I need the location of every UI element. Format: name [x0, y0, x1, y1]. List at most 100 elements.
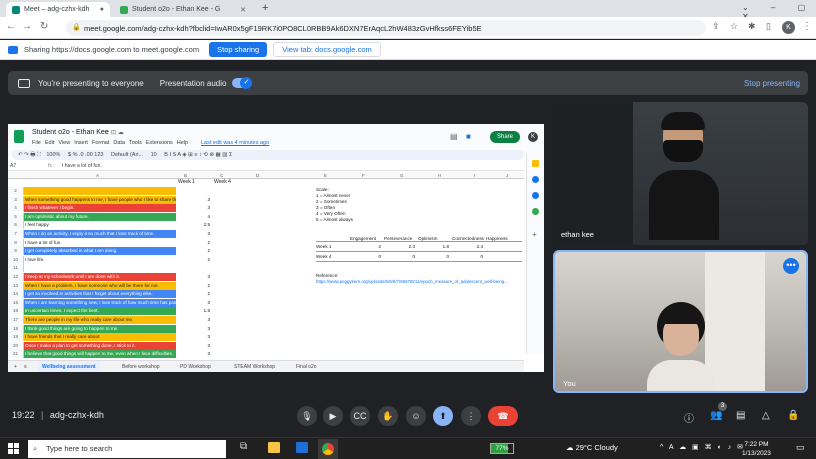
url-input[interactable]: 🔒 meet.google.com/adg-czhx-kdh?fbclid=Iw… — [66, 20, 706, 36]
menu-item[interactable]: Data — [113, 140, 125, 146]
table-row[interactable]: 9I get completely absorbed in what I am … — [8, 247, 308, 256]
row-number[interactable]: 6 — [8, 221, 24, 230]
category-score[interactable]: 0 — [418, 252, 452, 261]
sidebar-icon[interactable]: ▯ — [766, 21, 771, 32]
taskbar-search-input[interactable]: ⌕ Type here to search — [28, 440, 226, 458]
statement-cell[interactable]: I have friends that I really care about. — [24, 333, 176, 342]
statement-cell[interactable]: When I am learning something new, I lose… — [24, 298, 176, 307]
row-number[interactable]: 18 — [8, 324, 24, 333]
statement-cell[interactable]: I get so involved in activities that I f… — [24, 290, 176, 299]
close-icon[interactable]: ✕ — [240, 6, 246, 14]
table-row[interactable]: 10 I love life. 2 — [8, 255, 308, 264]
score-cell[interactable]: 3 — [176, 333, 212, 341]
column-header[interactable]: I — [474, 172, 475, 179]
avatar[interactable]: K — [528, 132, 538, 142]
star-icon[interactable]: ☆ — [730, 21, 738, 32]
sheet-tab[interactable]: PD Workshop — [176, 361, 215, 372]
row-number[interactable]: 7 — [8, 230, 24, 238]
score-cell[interactable]: 3 — [176, 230, 212, 238]
back-icon[interactable]: ← — [6, 21, 16, 32]
share-button[interactable]: Share — [490, 131, 520, 143]
table-row[interactable]: 13 When I have a problem, I have someone … — [8, 281, 308, 290]
row-number[interactable]: 13 — [8, 281, 24, 290]
table-row[interactable]: 3 When something good happens to me, I ha… — [8, 195, 308, 204]
table-row[interactable]: 4I finish whatever I begin. 3 — [8, 204, 308, 213]
menu-item[interactable]: View — [58, 140, 70, 146]
tab-sheets[interactable]: Student o2o - Ethan Kee - G ✕ — [114, 2, 252, 17]
category-score[interactable]: 1.8 — [418, 242, 452, 251]
category-score[interactable]: 0 — [350, 252, 384, 261]
score-cell[interactable]: 2 — [176, 247, 212, 255]
row-number[interactable]: 9 — [8, 247, 24, 256]
raise-hand-button[interactable]: ✋ — [378, 406, 398, 426]
meet-icon[interactable]: ■ — [466, 132, 471, 141]
statement-cell[interactable]: When something good happens to me, I hav… — [24, 195, 176, 204]
sheet-tab[interactable]: Before workshop — [118, 361, 164, 372]
forward-icon[interactable]: → — [22, 21, 32, 32]
share-icon[interactable]: ⇪ — [712, 21, 720, 32]
table-row[interactable]: 12 I keep at my schoolwork until I am don… — [8, 273, 308, 281]
battery-indicator[interactable]: 77% — [490, 443, 514, 454]
category-score[interactable]: 2 — [350, 242, 384, 251]
menu-item[interactable]: Edit — [45, 140, 54, 146]
chat-icon[interactable]: ▤ — [736, 410, 745, 421]
score-cell[interactable]: 2 — [176, 256, 212, 264]
table-row[interactable]: 21 I believe that good things will happen… — [8, 350, 308, 359]
row-number[interactable]: 16 — [8, 307, 24, 316]
category-score[interactable]: 2.3 — [384, 242, 418, 251]
tab-meet[interactable]: Meet – adg-czhx-kdh ● — [6, 2, 110, 17]
table-row[interactable]: 11 — [8, 264, 308, 273]
sheet-tab[interactable]: STEAM Workshop — [230, 361, 279, 372]
table-row[interactable]: 5I am optimistic about my future. 4 — [8, 212, 308, 221]
score-cell[interactable]: 3 — [176, 342, 212, 350]
score-cell[interactable]: 4 — [176, 213, 212, 221]
table-row[interactable]: 20 Once I make a plan to get something do… — [8, 341, 308, 350]
score-cell[interactable]: 2 — [176, 239, 212, 247]
tasks-icon[interactable] — [532, 176, 539, 183]
score-cell[interactable] — [176, 187, 212, 195]
column-header[interactable]: A — [96, 172, 99, 179]
name-box[interactable]: A7 — [10, 162, 16, 171]
table-row[interactable]: 7 When I do an activity, I enjoy it so mu… — [8, 230, 308, 238]
font-size-input[interactable]: 10 — [151, 152, 157, 158]
row-number[interactable]: 11 — [8, 264, 24, 273]
table-row[interactable]: 16 In uncertain times, I expect the best.… — [8, 307, 308, 316]
table-row[interactable]: 15 When I am learning something new, I lo… — [8, 298, 308, 307]
comment-icon[interactable]: ▤ — [450, 132, 458, 141]
statement-cell[interactable]: When I do an activity, I enjoy it so muc… — [24, 230, 176, 238]
category-score[interactable] — [486, 252, 520, 261]
row-number[interactable]: 10 — [8, 255, 24, 264]
contacts-icon[interactable] — [532, 192, 539, 199]
row-number[interactable]: 15 — [8, 298, 24, 307]
row-number[interactable]: 21 — [8, 350, 24, 359]
toolbar-icons[interactable]: ↶ ↷ 🖶 ⛶ — [18, 152, 41, 158]
reload-icon[interactable]: ↻ — [40, 21, 48, 32]
captions-button[interactable]: CC — [350, 406, 370, 426]
format-icons[interactable]: $ % .0 .00 123 — [68, 152, 103, 158]
task-view-icon[interactable]: ⧉ — [240, 441, 247, 452]
statement-cell[interactable]: Once I make a plan to get something done… — [24, 341, 176, 350]
statement-cell[interactable]: I keep at my schoolwork until I am done … — [24, 273, 176, 281]
font-select[interactable]: Default (Ari... — [111, 152, 143, 158]
sheet-tab[interactable]: Wellbeing assessment — [38, 361, 100, 372]
column-header[interactable]: E — [324, 172, 327, 179]
document-title[interactable]: Student o2o - Ethan Kee — [32, 129, 109, 136]
menu-item[interactable]: Tools — [129, 140, 142, 146]
more-options-icon[interactable]: ••• — [783, 258, 799, 274]
table-row[interactable]: 6I feel happy 2.5 — [8, 221, 308, 230]
score-cell[interactable]: 3 — [176, 316, 212, 324]
row-number[interactable]: 4 — [8, 204, 24, 213]
column-header[interactable]: J — [506, 172, 508, 179]
last-edit-link[interactable]: Last edit was 4 minutes ago — [201, 140, 269, 146]
score-cell[interactable]: 3 — [176, 204, 212, 212]
table-row[interactable]: 14 I get so involved in activities that I… — [8, 290, 308, 299]
score-cell[interactable]: 3 — [176, 273, 212, 281]
style-icons[interactable]: B I S A ◈ ⊞ ≡ ↕ ⟲ ⊗ ▦ ▥ Σ — [164, 152, 232, 158]
more-options-button[interactable]: ⋮ — [461, 406, 481, 426]
table-row[interactable]: 18 I think good things are going to happe… — [8, 324, 308, 333]
category-row[interactable]: Week 1 2 2.3 1.8 2.4 — [316, 242, 522, 252]
all-sheets-icon[interactable]: ≡ — [24, 361, 27, 372]
menu-item[interactable]: File — [32, 140, 41, 146]
row-number[interactable]: 19 — [8, 333, 24, 342]
close-icon[interactable]: ● — [100, 6, 104, 13]
